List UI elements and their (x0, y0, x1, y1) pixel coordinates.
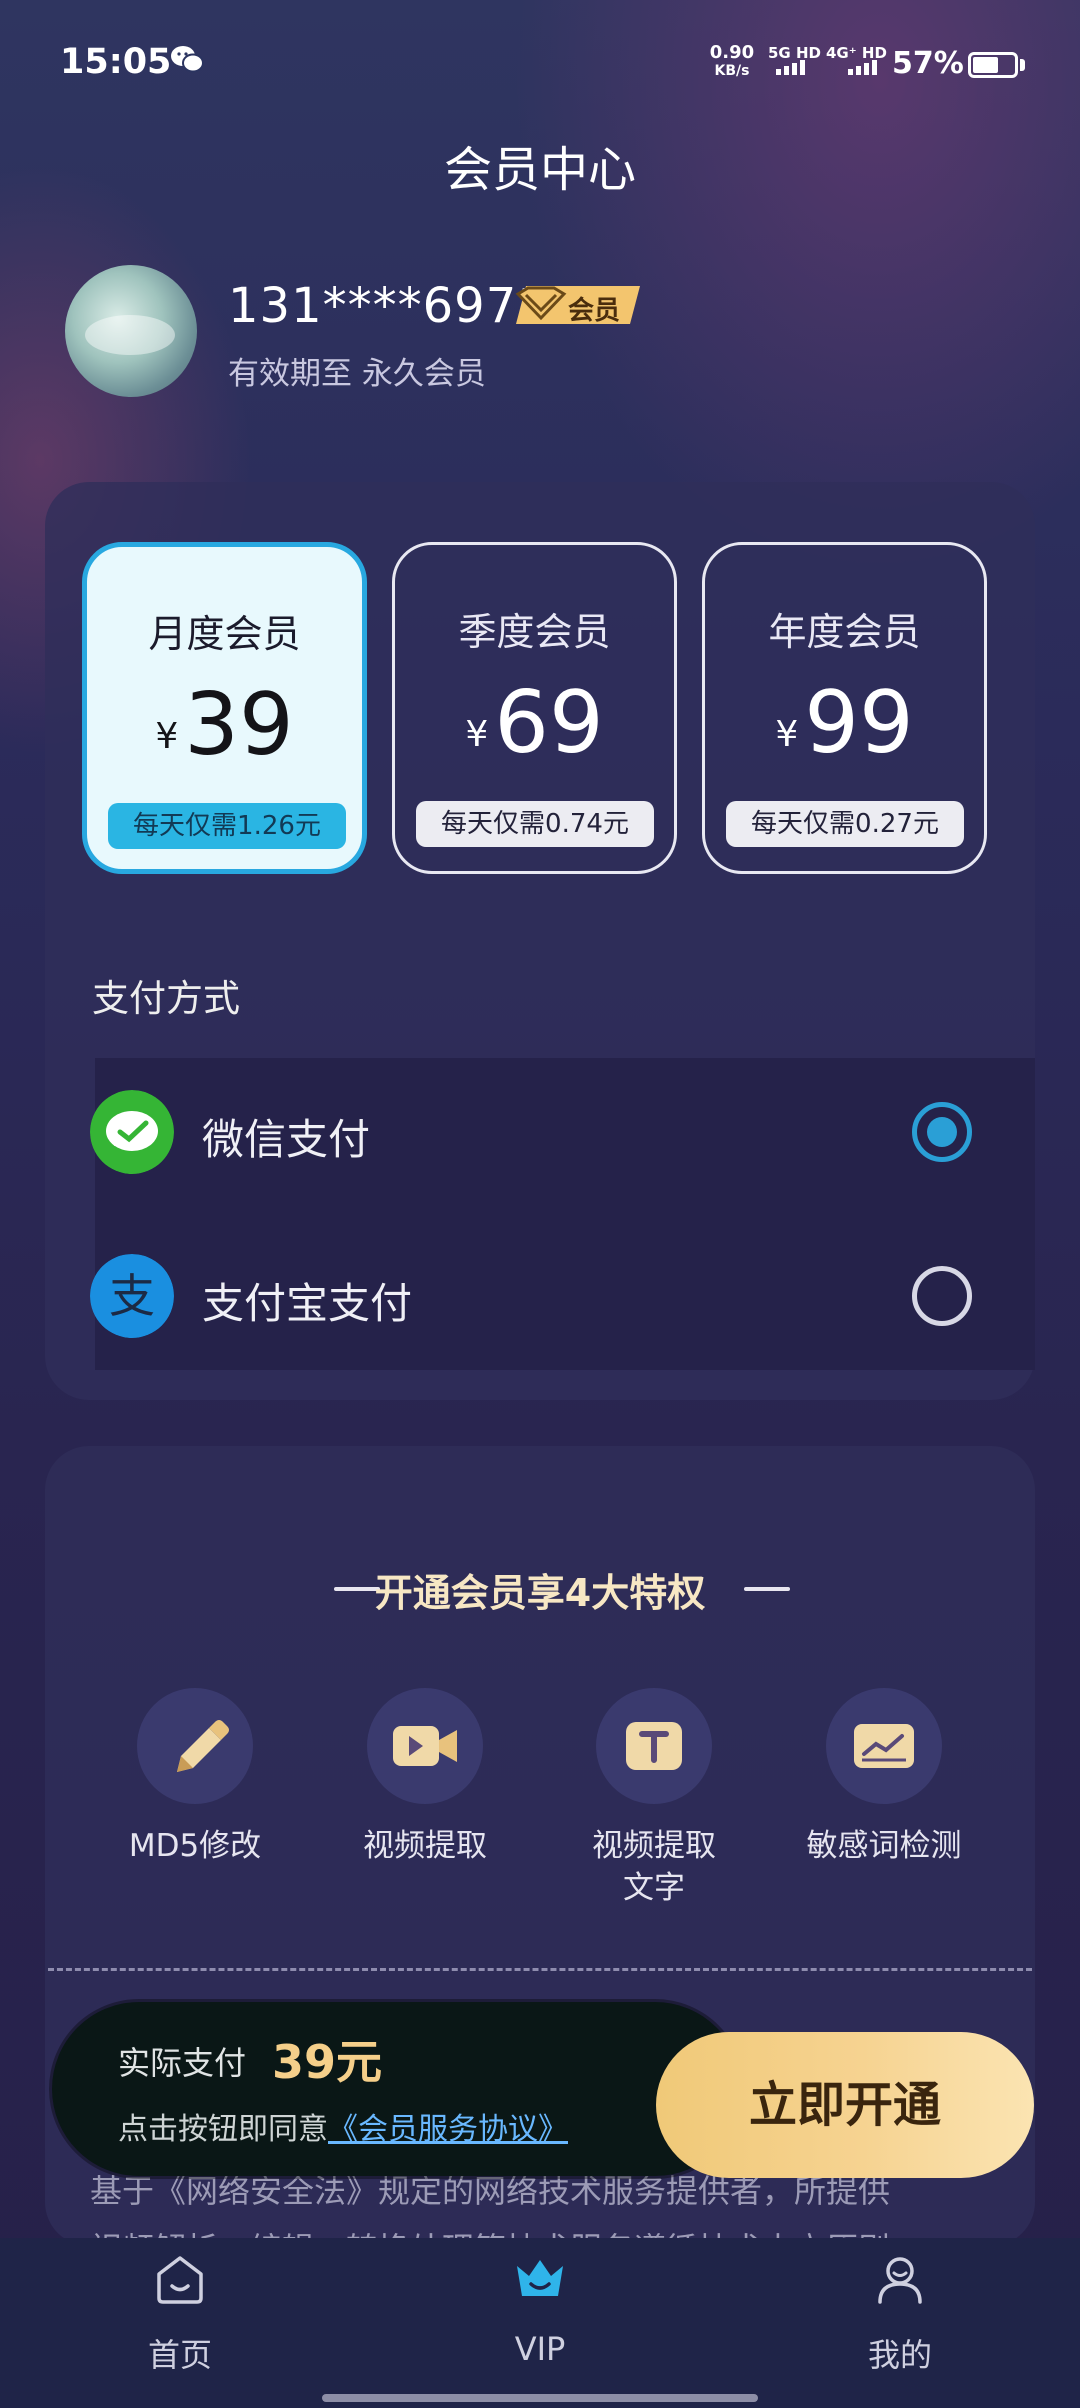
text-t-icon (626, 1722, 682, 1770)
nav-profile[interactable]: 我的 (770, 2238, 1030, 2408)
plan-card-yearly[interactable]: 年度会员 ¥99 每天仅需0.27元 (702, 542, 987, 874)
membership-expiry: 有效期至 永久会员 (228, 356, 486, 392)
wechat-pay-icon (90, 1090, 174, 1174)
battery-icon (968, 52, 1018, 78)
privilege-label: 敏感词检测 (806, 1828, 962, 1864)
alipay-radio[interactable] (912, 1266, 972, 1326)
nav-home[interactable]: 首页 (50, 2238, 310, 2408)
home-indicator[interactable] (322, 2394, 758, 2402)
payment-method-title: 支付方式 (92, 977, 240, 1020)
privilege-md5[interactable] (137, 1688, 253, 1804)
privilege-video-text[interactable] (596, 1688, 712, 1804)
plan-price: 69 (494, 673, 604, 773)
signal-bars-icon (848, 60, 877, 75)
plan-price: 39 (184, 675, 294, 775)
privilege-sensitive-words[interactable] (826, 1688, 942, 1804)
avatar[interactable] (65, 265, 197, 397)
plan-card-monthly[interactable]: 月度会员 ¥39 每天仅需1.26元 (82, 542, 367, 874)
privileges-title: 开通会员享4大特权 (374, 1571, 706, 1615)
home-icon (157, 2256, 203, 2304)
plan-daily-price: 每天仅需0.27元 (726, 801, 964, 847)
actual-pay-label: 实际支付 (118, 2044, 247, 2082)
alipay-icon: 支 (90, 1254, 174, 1338)
wechat-notification-icon (171, 46, 204, 73)
title-divider (744, 1587, 790, 1591)
plan-card-quarterly[interactable]: 季度会员 ¥69 每天仅需0.74元 (392, 542, 677, 874)
video-camera-icon (393, 1726, 457, 1766)
service-agreement-link[interactable]: 《会员服务协议》 (328, 2112, 568, 2147)
plan-daily-price: 每天仅需1.26元 (108, 803, 346, 849)
dashed-divider (48, 1968, 1032, 1971)
pencil-icon (177, 1720, 229, 1772)
privilege-label: 视频提取 文字 (592, 1828, 716, 1906)
page-title: 会员中心 (443, 142, 636, 198)
chart-line-icon (854, 1724, 914, 1768)
plan-price: 99 (804, 673, 914, 773)
privilege-label: MD5修改 (128, 1828, 262, 1864)
battery-percent: 57% (892, 46, 964, 81)
actual-pay-amount: 39元 (272, 2035, 383, 2089)
vip-badge: 会员 (512, 284, 644, 326)
plan-daily-price: 每天仅需0.74元 (416, 801, 654, 847)
open-membership-button[interactable]: 立即开通 (656, 2032, 1034, 2178)
privilege-label: 视频提取 (363, 1828, 487, 1864)
signal-bars-icon (776, 60, 805, 75)
svg-text:支: 支 (109, 1269, 155, 1323)
status-bar: 15:05 0.90 KB/s 5G HD 4G⁺ HD 57% (0, 0, 1080, 120)
bottom-nav: 首页 VIP 我的 (0, 2238, 1080, 2408)
status-time: 15:05 (60, 42, 172, 82)
payment-summary-bar (52, 2002, 742, 2176)
network-speed: 0.90 KB/s (709, 42, 755, 80)
profile-icon (878, 2257, 922, 2304)
wechat-pay-radio[interactable] (912, 1102, 972, 1162)
crown-icon (517, 2260, 563, 2296)
nav-vip[interactable]: VIP (410, 2238, 670, 2408)
privilege-video-extract[interactable] (367, 1688, 483, 1804)
user-phone: 131****6971 (228, 278, 549, 334)
agreement-line: 点击按钮即同意《会员服务协议》 (118, 2112, 568, 2147)
